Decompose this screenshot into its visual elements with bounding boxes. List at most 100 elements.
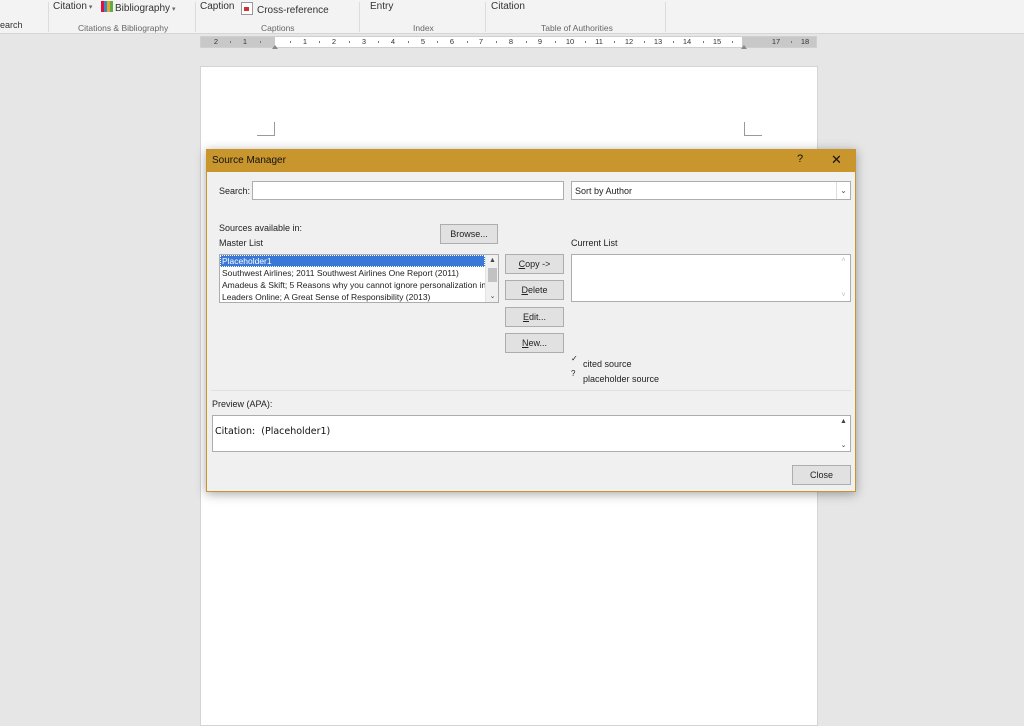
- ruler-tick: [319, 41, 320, 43]
- new-button[interactable]: New...: [505, 333, 564, 353]
- ruler-number: 9: [537, 37, 543, 46]
- ruler-tick: [703, 41, 704, 43]
- chevron-down-icon: ▾: [172, 6, 176, 13]
- ruler-tick: [437, 41, 438, 43]
- captions-group-label: Captions: [261, 23, 295, 33]
- master-list-label: Master List: [219, 238, 264, 248]
- scroll-up-icon[interactable]: ˄: [837, 255, 850, 266]
- ruler-number: 4: [390, 37, 396, 46]
- current-list-label: Current List: [571, 238, 618, 248]
- ribbon-separator: [359, 2, 360, 32]
- preview-scrollbar[interactable]: ▲ ⌄: [837, 416, 850, 451]
- ruler-tick: [614, 41, 615, 43]
- ruler-tick: [673, 41, 674, 43]
- bibliography-icon: [101, 1, 113, 12]
- checkmark-icon: ✓: [571, 354, 578, 363]
- sources-available-label: Sources available in:: [219, 223, 303, 233]
- sort-dropdown-value: Sort by Author: [575, 186, 633, 196]
- ruler-number: 10: [565, 37, 575, 46]
- insert-caption-button[interactable]: Caption: [200, 1, 234, 12]
- master-list-box[interactable]: Placeholder1 Southwest Airlines; 2011 So…: [219, 254, 499, 303]
- ribbon-separator: [665, 2, 666, 32]
- ruler-tick: [496, 41, 497, 43]
- current-list-scrollbar[interactable]: ˄ ˅: [837, 255, 850, 301]
- ruler-tick: [555, 41, 556, 43]
- ruler-number: 18: [800, 37, 810, 46]
- ruler-tick: [230, 41, 231, 43]
- list-item[interactable]: Southwest Airlines; 2011 Southwest Airli…: [220, 267, 485, 279]
- current-list-box[interactable]: ˄ ˅: [571, 254, 851, 302]
- ruler-tick: [644, 41, 645, 43]
- ruler-number: 1: [242, 37, 248, 46]
- ruler-number: 7: [478, 37, 484, 46]
- source-manager-dialog: Source Manager ? ✕ Search: Sort by Autho…: [206, 149, 856, 492]
- list-item[interactable]: Placeholder1: [220, 255, 485, 267]
- scroll-up-icon[interactable]: ▲: [486, 255, 498, 266]
- left-indent-marker[interactable]: [272, 45, 278, 49]
- ruler-tick: [791, 41, 792, 43]
- ruler-number: 3: [361, 37, 367, 46]
- scroll-up-icon[interactable]: ▲: [837, 416, 850, 427]
- horizontal-ruler[interactable]: 2 1 1 2 3 4 5 6 7 8 9 10 11 12 13 14 15 …: [200, 36, 817, 49]
- ruler-tick: [290, 41, 291, 43]
- sort-dropdown[interactable]: Sort by Author ⌄: [571, 181, 851, 200]
- bibliography-label: Bibliography: [115, 3, 171, 14]
- section-divider: [211, 390, 851, 391]
- ruler-number: 12: [624, 37, 634, 46]
- placeholder-source-legend: placeholder source: [583, 374, 660, 384]
- ruler-tick: [585, 41, 586, 43]
- question-mark-icon: ?: [571, 369, 576, 378]
- ruler-tick: [378, 41, 379, 43]
- close-icon[interactable]: ✕: [831, 152, 842, 168]
- list-item[interactable]: Leaders Online; A Great Sense of Respons…: [220, 291, 485, 302]
- help-icon[interactable]: ?: [797, 153, 803, 165]
- scroll-thumb[interactable]: [488, 268, 497, 282]
- preview-box[interactable]: Citation: (Placeholder1) Bibliography En…: [212, 415, 851, 452]
- master-list-scrollbar[interactable]: ▲ ⌄: [485, 255, 498, 302]
- ribbon-separator: [48, 2, 49, 32]
- ruler-tick: [408, 41, 409, 43]
- delete-button[interactable]: Delete: [505, 280, 564, 300]
- ribbon: earch Citation ▾ Bibliography ▾ Citations …: [0, 0, 1024, 34]
- dialog-title-bar[interactable]: Source Manager ? ✕: [207, 150, 855, 172]
- mark-citation-button[interactable]: Citation: [491, 1, 525, 12]
- scroll-down-icon[interactable]: ⌄: [486, 291, 498, 302]
- preview-text: Citation: (Placeholder1) Bibliography En…: [215, 426, 331, 437]
- ruler-tick: [260, 41, 261, 43]
- browse-button[interactable]: Browse...: [440, 224, 498, 244]
- copy-button[interactable]: Copy ->: [505, 254, 564, 274]
- edit-button[interactable]: Edit...: [505, 307, 564, 327]
- right-indent-marker[interactable]: [741, 45, 747, 49]
- ruler-number: 6: [449, 37, 455, 46]
- bibliography-button[interactable]: Bibliography ▾: [101, 1, 176, 14]
- ruler-number: 13: [653, 37, 663, 46]
- ruler-number: 17: [771, 37, 781, 46]
- ruler-tick: [467, 41, 468, 43]
- citations-group-label: Citations & Bibliography: [78, 23, 169, 33]
- mark-entry-button[interactable]: Entry: [370, 1, 393, 12]
- chevron-down-icon: ⌄: [836, 182, 850, 199]
- cited-source-legend: cited source: [583, 359, 632, 369]
- ribbon-separator: [195, 2, 196, 32]
- cross-reference-label: Cross-reference: [257, 5, 329, 16]
- ribbon-search-fragment[interactable]: earch: [0, 20, 23, 30]
- chevron-down-icon: ▾: [88, 4, 93, 11]
- ruler-tick: [526, 41, 527, 43]
- close-button[interactable]: Close: [792, 465, 851, 485]
- cross-reference-button[interactable]: Cross-reference: [241, 2, 329, 16]
- list-item[interactable]: Amadeus & Skift; 5 Reasons why you canno…: [220, 279, 485, 291]
- ruler-tick: [732, 41, 733, 43]
- ribbon-separator: [485, 2, 486, 32]
- ruler-tick: [349, 41, 350, 43]
- ruler-number: 2: [213, 37, 219, 46]
- insert-citation-label: Citation: [53, 1, 87, 12]
- ruler-number: 11: [595, 37, 603, 46]
- insert-citation-button[interactable]: Citation ▾: [53, 1, 92, 12]
- scroll-down-icon[interactable]: ˅: [837, 290, 850, 301]
- crop-mark-top-left: [257, 122, 275, 136]
- cross-reference-icon: [241, 2, 253, 15]
- ruler-left-margin: [201, 37, 275, 47]
- search-input[interactable]: [252, 181, 564, 200]
- scroll-down-icon[interactable]: ⌄: [837, 440, 850, 451]
- ruler-number: 8: [508, 37, 514, 46]
